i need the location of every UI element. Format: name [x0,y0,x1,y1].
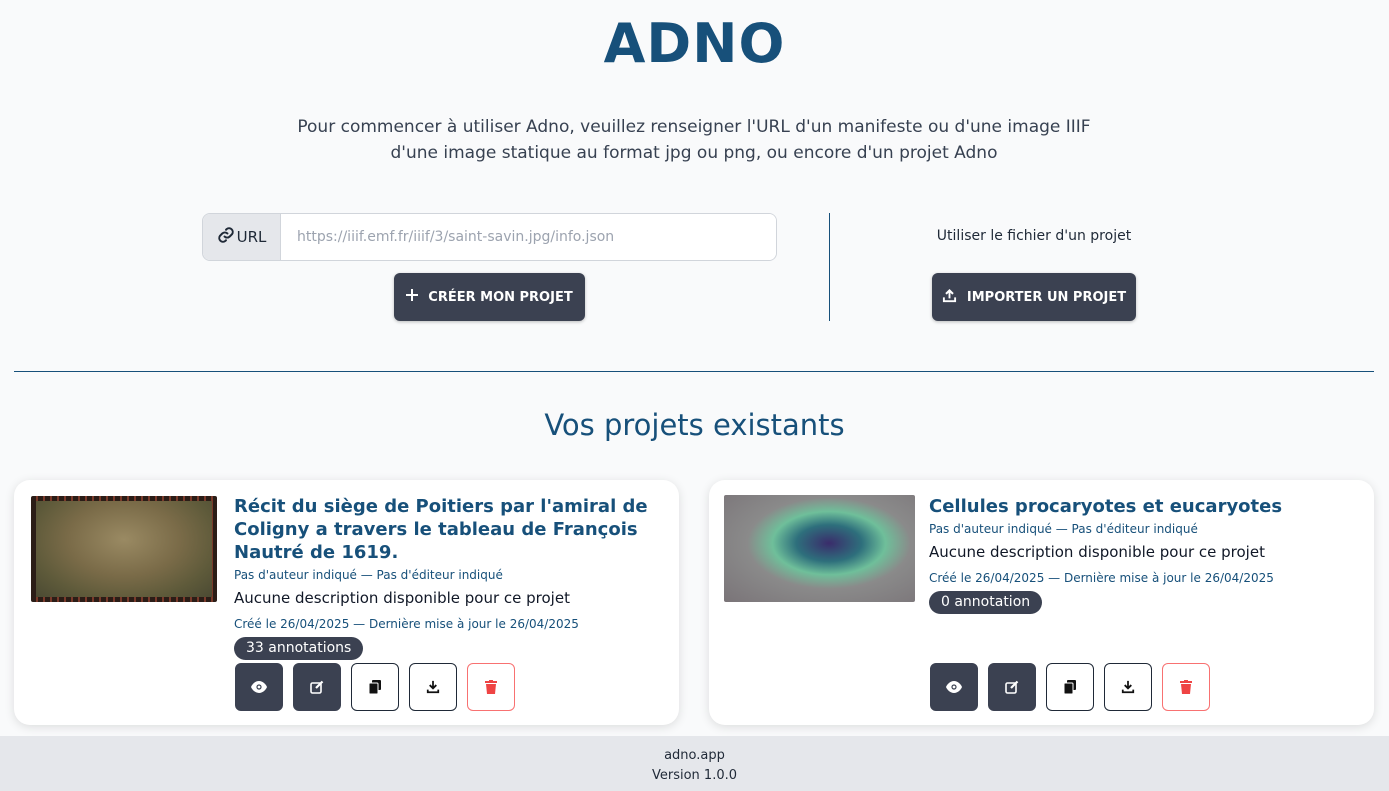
footer-version: Version 1.0.0 [651,768,737,783]
project-title: Cellules procaryotes et eucaryotes [929,496,1283,517]
url-label-text: URL [236,228,267,246]
download-icon [426,680,440,694]
delete-project-button[interactable] [467,663,515,711]
project-actions [930,663,1210,711]
edit-project-button[interactable] [293,663,341,711]
projects-section-title: Vos projets existants [544,408,845,442]
project-actions [235,663,515,711]
project-dates: Créé le 26/04/2025 — Dernière mise à jou… [234,617,579,631]
project-card-body: Récit du siège de Poitiers par l'amiral … [234,495,663,660]
project-thumbnail[interactable] [31,496,217,602]
import-label: Utiliser le fichier d'un projet [936,228,1132,244]
edit-icon [1005,680,1019,694]
edit-icon [310,680,324,694]
project-dates: Créé le 26/04/2025 — Dernière mise à jou… [929,571,1274,585]
project-card-body: Cellules procaryotes et eucaryotes Pas d… [929,495,1358,614]
project-card: Récit du siège de Poitiers par l'amiral … [14,480,679,725]
project-description: Aucune description disponible pour ce pr… [929,543,1265,561]
footer-site: adno.app [664,748,725,763]
import-project-label: IMPORTER UN PROJET [966,289,1127,305]
project-meta: Pas d'auteur indiqué — Pas d'éditeur ind… [234,568,503,582]
plus-icon [406,289,419,305]
project-thumbnail[interactable] [724,495,915,602]
horizontal-divider [14,371,1374,372]
project-description: Aucune description disponible pour ce pr… [234,589,570,607]
app-logo: ADNO [603,12,786,75]
copy-icon [1063,680,1076,694]
copy-icon [368,680,381,694]
duplicate-project-button[interactable] [1046,663,1094,711]
download-icon [1121,680,1135,694]
trash-icon [1180,680,1192,694]
upload-icon [942,288,957,307]
import-project-button[interactable]: IMPORTER UN PROJET [932,273,1136,321]
annotations-badge: 33 annotations [234,637,364,660]
view-project-button[interactable] [930,663,978,711]
footer: adno.app Version 1.0.0 [0,736,1389,791]
annotations-badge: 0 annotation [929,591,1043,614]
project-title: Récit du siège de Poitiers par l'amiral … [234,496,648,563]
eye-icon [251,681,267,693]
vertical-divider [829,213,830,321]
url-input[interactable] [281,214,776,260]
download-project-button[interactable] [1104,663,1152,711]
view-project-button[interactable] [235,663,283,711]
project-meta: Pas d'auteur indiqué — Pas d'éditeur ind… [929,522,1198,536]
create-project-button[interactable]: CRÉER MON PROJET [394,273,585,321]
intro-text: Pour commencer à utiliser Adno, veuillez… [297,117,1091,163]
trash-icon [485,680,497,694]
eye-icon [946,681,962,693]
project-card: Cellules procaryotes et eucaryotes Pas d… [709,480,1374,725]
create-project-label: CRÉER MON PROJET [428,289,573,305]
link-icon [217,226,235,248]
edit-project-button[interactable] [988,663,1036,711]
url-input-group: URL [202,213,777,261]
download-project-button[interactable] [409,663,457,711]
url-label: URL [203,214,281,260]
duplicate-project-button[interactable] [351,663,399,711]
delete-project-button[interactable] [1162,663,1210,711]
